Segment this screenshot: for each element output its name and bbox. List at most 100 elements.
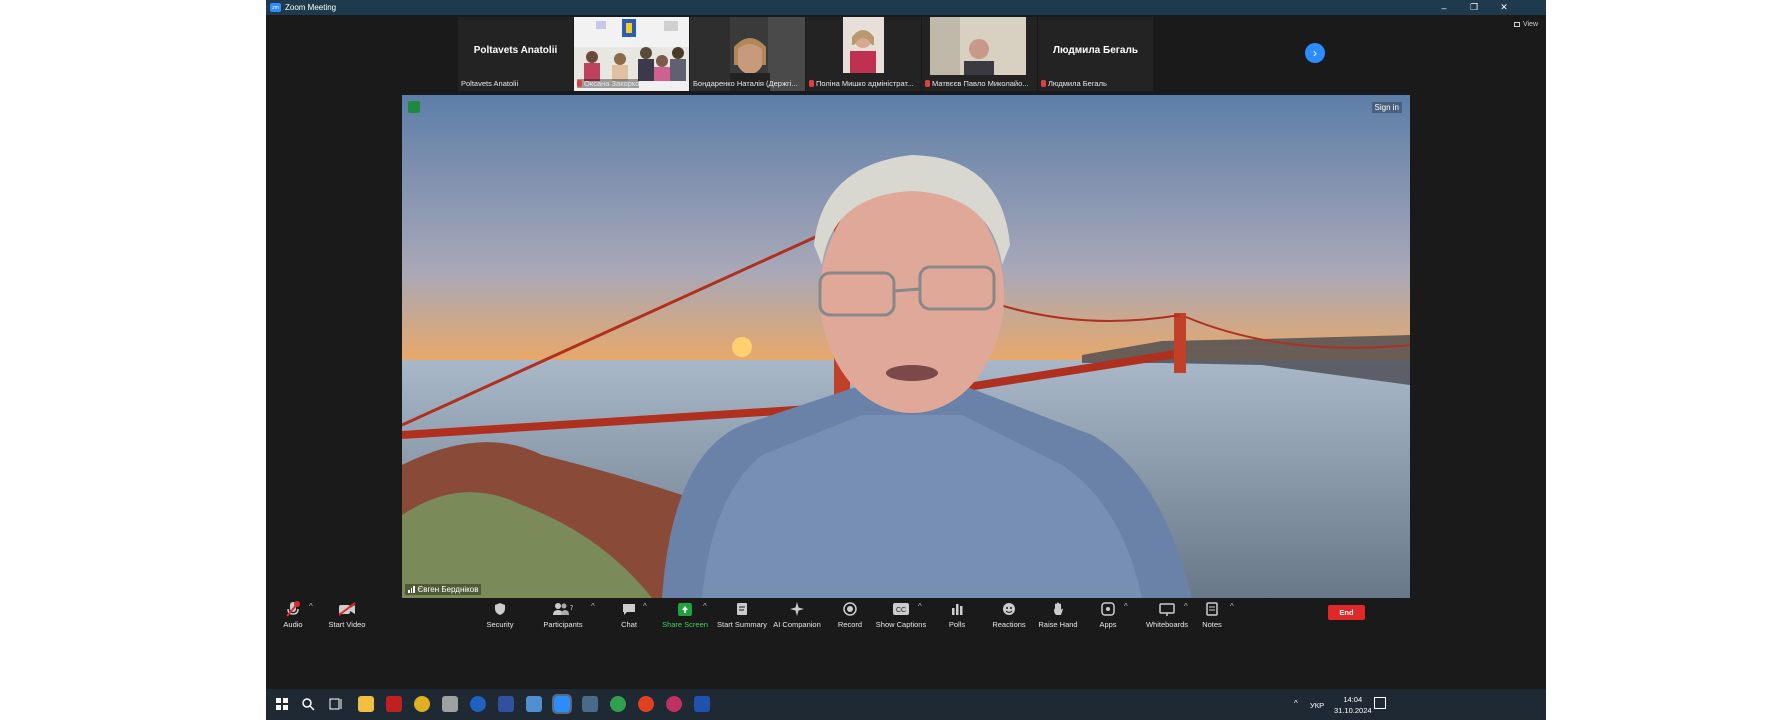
reactions-icon	[1003, 603, 1015, 615]
share-screen-label: Share Screen	[662, 620, 708, 629]
meeting-area: View Poltavets Anatolii Poltavets Anatol…	[266, 15, 1546, 665]
participants-icon	[552, 603, 569, 615]
notes-options-chevron-icon[interactable]: ^	[1230, 602, 1234, 611]
reactions-label: Reactions	[992, 620, 1026, 629]
muted-mic-icon	[577, 80, 582, 87]
participant-name: Матвєєв Павло Миколайо...	[925, 79, 1029, 88]
search-icon[interactable]	[300, 696, 316, 712]
clock-time: 14:04	[1343, 695, 1363, 704]
windows-start-icon[interactable]	[274, 696, 290, 712]
participant-tile[interactable]: Людмила Бегаль Людмила Бегаль	[1038, 17, 1153, 91]
app-icon[interactable]	[582, 696, 598, 712]
ai-companion-label: AI Companion	[773, 620, 821, 629]
participant-tile[interactable]: Бондаренко Наталія (Держгі...	[690, 17, 805, 91]
participant-name-text: Людмила Бегаль	[1048, 79, 1107, 88]
app-icon[interactable]	[442, 696, 458, 712]
zoom-taskbar-icon[interactable]	[552, 694, 572, 714]
zoom-window: zm Zoom Meeting – ❐ ✕ View Poltavets Ana…	[266, 0, 1546, 720]
title-bar: zm Zoom Meeting – ❐ ✕	[266, 0, 1546, 15]
whiteboard-icon	[1159, 602, 1175, 616]
muted-mic-icon	[809, 80, 814, 87]
participant-name: Оксана Закорко	[577, 79, 640, 88]
participant-tile[interactable]: Поліна Мишко адміністрат...	[806, 17, 921, 91]
main-speaker-video: Sign in Євген Бердніков	[402, 95, 1410, 598]
apps-icon	[1101, 602, 1115, 616]
notification-icon[interactable]	[1374, 697, 1386, 709]
participant-name: Людмила Бегаль	[1041, 79, 1107, 88]
sparkle-icon	[790, 602, 804, 616]
shield-icon	[495, 603, 505, 615]
participants-count: 7	[569, 606, 574, 612]
chrome-icon[interactable]	[610, 696, 626, 712]
clock-date: 31.10.2024	[1334, 706, 1372, 715]
end-meeting-button[interactable]: End	[1328, 605, 1365, 620]
participants-button[interactable]: 7 Participants	[528, 600, 598, 629]
video-off-icon	[338, 602, 356, 616]
security-label: Security	[486, 620, 514, 629]
speaker-name-label: Євген Бердніков	[405, 584, 482, 595]
virtual-background-bridge-icon	[402, 95, 1410, 598]
speaker-name-text: Євген Бердніков	[417, 585, 479, 594]
participant-center-name: Людмила Бегаль	[1053, 45, 1138, 56]
show-captions-label: Show Captions	[875, 620, 927, 629]
file-explorer-icon[interactable]	[358, 696, 374, 712]
apps-options-chevron-icon[interactable]: ^	[1124, 602, 1128, 611]
participant-name-text: Поліна Мишко адміністрат...	[816, 79, 914, 88]
chat-label: Chat	[621, 620, 637, 629]
share-screen-icon	[678, 602, 692, 616]
notes-icon	[1206, 602, 1218, 616]
svg-text:CC: CC	[896, 607, 906, 614]
participant-name-text: Оксана Закорко	[584, 79, 640, 88]
view-button[interactable]: View	[1513, 21, 1538, 28]
participant-name-text: Матвєєв Павло Миколайо...	[932, 79, 1029, 88]
participant-tile[interactable]: Оксана Закорко	[574, 17, 689, 91]
acrobat-icon[interactable]	[386, 696, 402, 712]
participant-name: Poltavets Anatolii	[461, 79, 518, 88]
window-title: Zoom Meeting	[285, 3, 337, 12]
clock[interactable]: 14:04 31.10.2024	[1334, 694, 1372, 716]
start-video-label: Start Video	[328, 620, 366, 629]
word-icon[interactable]	[694, 696, 710, 712]
encryption-shield-icon[interactable]	[408, 101, 420, 113]
security-button[interactable]: Security	[465, 600, 535, 629]
view-grid-icon	[1513, 22, 1520, 27]
next-page-button[interactable]: ›	[1305, 43, 1325, 63]
signal-strength-icon	[408, 586, 415, 593]
chat-icon	[623, 603, 635, 615]
notes-label: Notes	[1202, 620, 1222, 629]
app-icon[interactable]	[526, 696, 542, 712]
apps-label: Apps	[1099, 620, 1117, 629]
chrome-icon[interactable]	[414, 696, 430, 712]
participant-tile[interactable]: Матвєєв Павло Миколайо...	[922, 17, 1037, 91]
close-button[interactable]: ✕	[1490, 0, 1518, 15]
app-icon[interactable]	[666, 696, 682, 712]
muted-mic-icon	[925, 80, 930, 87]
chevron-right-icon: ›	[1313, 46, 1317, 60]
participant-tile[interactable]: Poltavets Anatolii Poltavets Anatolii	[458, 17, 573, 91]
app-icon[interactable]	[498, 696, 514, 712]
start-video-button[interactable]: Start Video	[312, 600, 382, 629]
tray-chevron-up-icon[interactable]: ^	[1294, 699, 1298, 708]
input-language[interactable]: УКР	[1310, 701, 1324, 710]
task-view-icon[interactable]	[328, 696, 344, 712]
maximize-button[interactable]: ❐	[1460, 0, 1488, 15]
notes-button[interactable]: Notes	[1177, 600, 1247, 629]
participant-name: Бондаренко Наталія (Держгі...	[693, 79, 798, 88]
chrome-icon[interactable]	[638, 696, 654, 712]
muted-mic-icon	[1041, 80, 1046, 87]
participant-center-name: Poltavets Anatolii	[473, 45, 558, 56]
record-label: Record	[837, 620, 863, 629]
chat-options-chevron-icon[interactable]: ^	[643, 602, 647, 611]
raise-hand-label: Raise Hand	[1038, 620, 1078, 629]
browser-icon[interactable]	[470, 696, 486, 712]
participant-name-text: Poltavets Anatolii	[461, 79, 519, 88]
microphone-muted-icon	[286, 601, 300, 617]
minimize-button[interactable]: –	[1430, 0, 1458, 15]
sign-in-link[interactable]: Sign in	[1371, 102, 1402, 113]
polls-icon	[952, 604, 963, 615]
participant-name-text: Бондаренко Наталія (Держгі...	[693, 79, 798, 88]
audio-label: Audio	[283, 620, 303, 629]
record-icon	[843, 602, 857, 616]
polls-label: Polls	[948, 620, 966, 629]
windows-taskbar: ^ УКР 14:04 31.10.2024	[266, 689, 1546, 720]
